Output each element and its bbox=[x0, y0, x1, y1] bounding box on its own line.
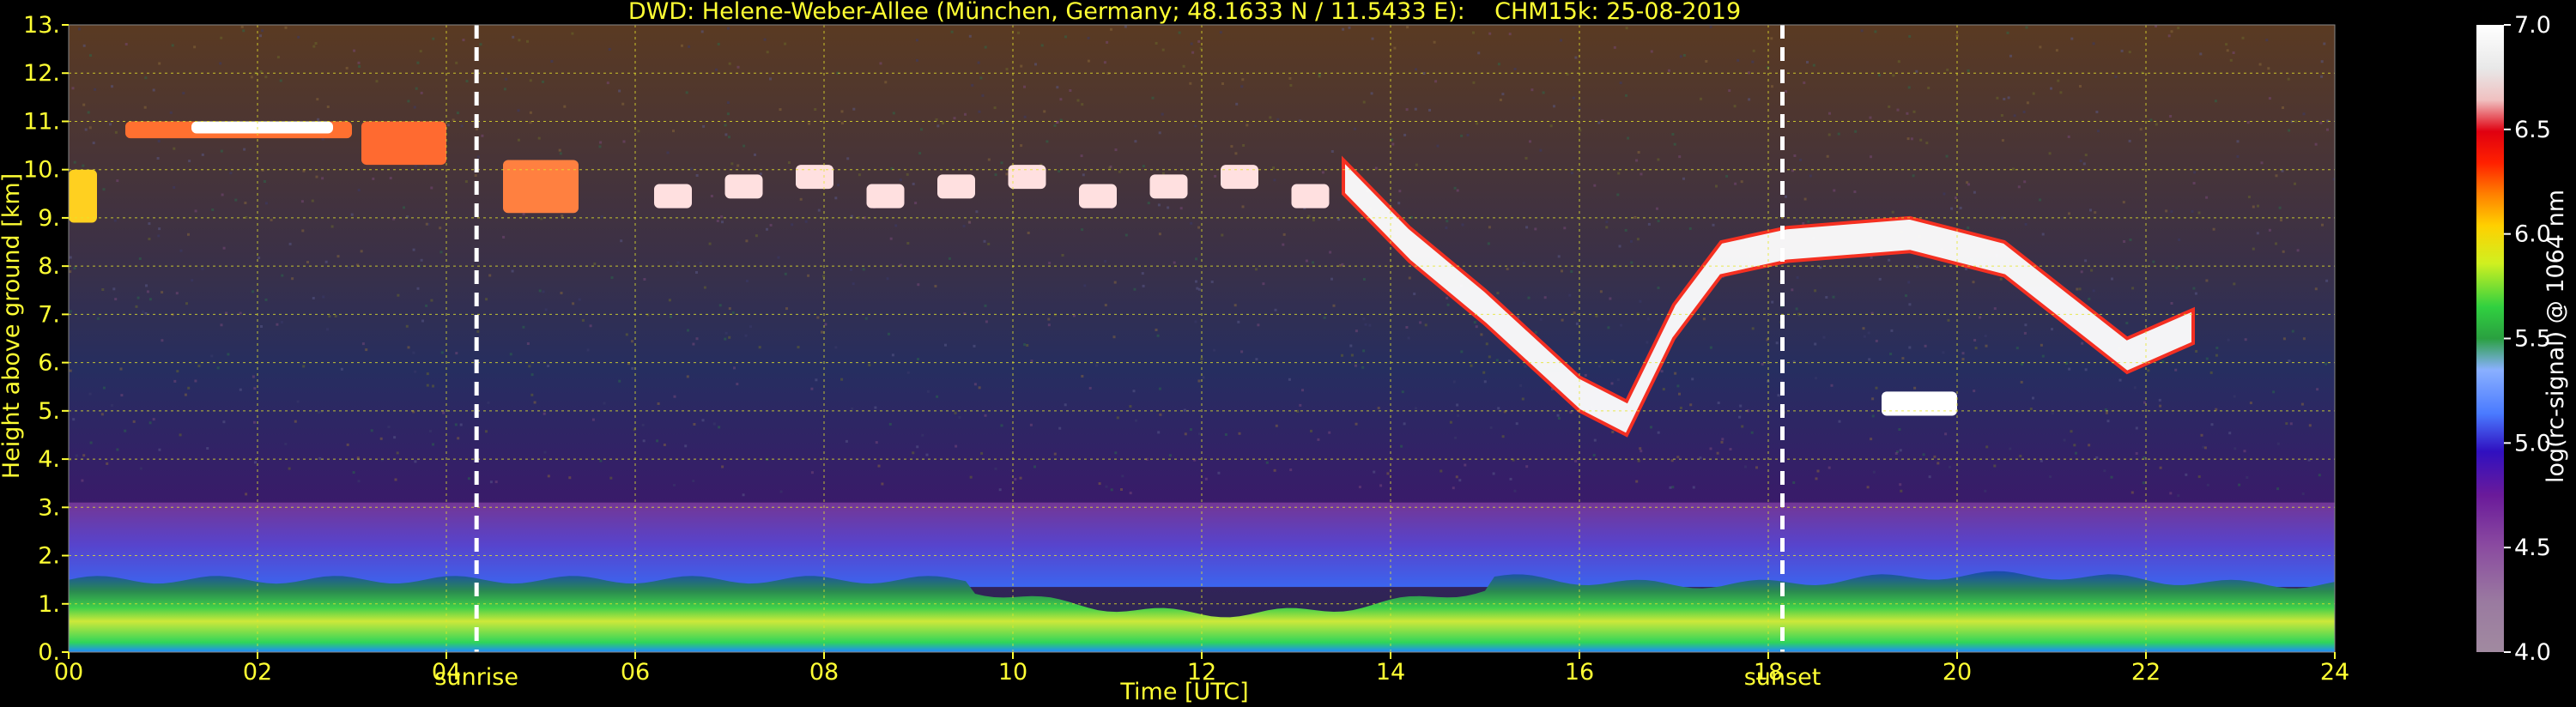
y-tick-label: 7. bbox=[38, 301, 60, 328]
cirrus-cell bbox=[361, 121, 446, 166]
x-tick-label: 20 bbox=[1943, 659, 1972, 686]
x-tick-label: 06 bbox=[621, 659, 650, 686]
cirrus-trail bbox=[503, 160, 579, 214]
colorbar-tick-label: 4.5 bbox=[2514, 535, 2551, 561]
x-tick-label: 10 bbox=[998, 659, 1027, 686]
chart-title: DWD: Helene-Weber-Allee (München, German… bbox=[628, 0, 1741, 25]
cirrus-fleck bbox=[937, 174, 975, 199]
y-tick-label: 6. bbox=[38, 350, 60, 377]
sun-event-label: sunrise bbox=[434, 664, 518, 691]
cirrus-fleck bbox=[1008, 165, 1046, 190]
plot-area bbox=[69, 25, 2335, 652]
x-tick-label: 08 bbox=[809, 659, 839, 686]
x-tick-label: 24 bbox=[2320, 659, 2349, 686]
cirrus-fleck bbox=[866, 184, 905, 208]
cirrus-fleck bbox=[1079, 184, 1117, 208]
y-tick-label: 10. bbox=[23, 157, 60, 184]
x-tick-label: 02 bbox=[243, 659, 272, 686]
colorbar-tick-label: 4.0 bbox=[2514, 639, 2551, 666]
cirrus-fleck bbox=[1221, 165, 1258, 190]
y-axis: 0. 1. 2. 3. 4. 5. 6. 7. 8. 9. 10. 11. 12. 13. bbox=[23, 12, 69, 666]
cirrus-fleck bbox=[724, 174, 763, 199]
y-tick-label: 0. bbox=[38, 639, 60, 666]
cloud-fragment bbox=[1882, 391, 1957, 416]
y-tick-label: 9. bbox=[38, 205, 60, 232]
y-tick-label: 13. bbox=[23, 12, 60, 39]
x-tick-label: 14 bbox=[1376, 659, 1405, 686]
x-tick-label: 22 bbox=[2131, 659, 2161, 686]
colorbar-tick-label: 6.5 bbox=[2514, 117, 2551, 143]
y-tick-label: 8. bbox=[38, 253, 60, 280]
cirrus-fleck bbox=[1149, 174, 1188, 199]
y-tick-label: 4. bbox=[38, 446, 60, 473]
colorbar-label: log(rc-signal) @ 1064 nm bbox=[2543, 190, 2569, 483]
cirrus-fleck bbox=[654, 184, 692, 208]
cirrus-low bbox=[69, 169, 97, 223]
colorbar-scale bbox=[2476, 25, 2504, 652]
y-tick-label: 3. bbox=[38, 494, 60, 521]
cirrus-fleck bbox=[796, 165, 833, 190]
cirrus-core bbox=[191, 121, 333, 134]
ceilometer-chart: 00 02 04 06 08 10 12 14 16 18 20 22 24 0.1.2.3.4.5.6… bbox=[0, 0, 2569, 705]
x-tick-label: 16 bbox=[1565, 659, 1594, 686]
x-axis-label: Time [UTC] bbox=[1119, 679, 1248, 705]
cirrus-fleck bbox=[1291, 184, 1330, 208]
colorbar-tick-label: 7.0 bbox=[2514, 12, 2551, 39]
y-tick-label: 2. bbox=[38, 543, 60, 570]
y-tick-label: 11. bbox=[23, 108, 60, 135]
y-tick-label: 12. bbox=[23, 60, 60, 87]
y-tick-label: 5. bbox=[38, 398, 60, 425]
colorbar: 4.04.55.05.56.06.57.0 log(rc-signal) @ 1… bbox=[2476, 12, 2569, 666]
y-axis-label: Height above ground [km] bbox=[0, 173, 25, 479]
sun-event-label: sunset bbox=[1744, 664, 1821, 691]
y-tick-label: 1. bbox=[38, 591, 60, 618]
